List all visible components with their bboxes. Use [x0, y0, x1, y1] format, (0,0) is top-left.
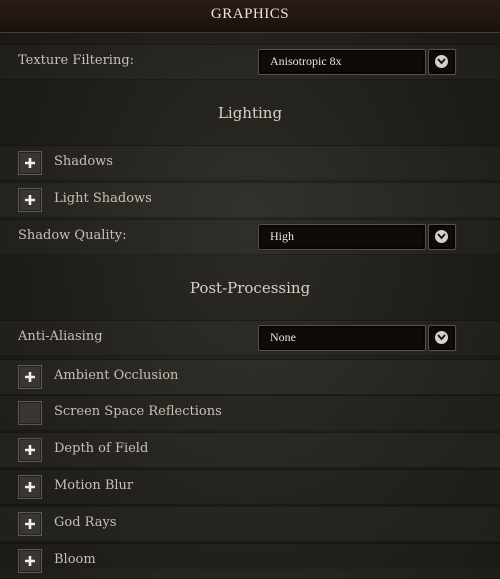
anti-aliasing-label: Anti-Aliasing: [18, 329, 103, 344]
texture-filtering-dropdown-button[interactable]: [428, 49, 456, 75]
ambient-occlusion-row[interactable]: Ambient Occlusion: [0, 359, 500, 395]
chevron-down-icon: [435, 55, 448, 68]
cross-icon: [25, 158, 35, 168]
header-bar: GRAPHICS: [0, 0, 500, 33]
depth-of-field-row[interactable]: Depth of Field: [0, 432, 500, 468]
anti-aliasing-dropdown-button[interactable]: [428, 325, 456, 351]
ssr-row[interactable]: Screen Space Reflections: [0, 395, 500, 431]
anti-aliasing-value: None: [270, 330, 296, 344]
god-rays-row[interactable]: God Rays: [0, 506, 500, 542]
shadows-row[interactable]: Shadows: [0, 145, 500, 181]
motion-blur-checkbox[interactable]: [18, 475, 42, 499]
cross-icon: [25, 482, 35, 492]
texture-filtering-value: Anisotropic 8x: [270, 54, 342, 68]
cross-icon: [25, 556, 35, 566]
god-rays-checkbox[interactable]: [18, 512, 42, 536]
shadow-quality-dropdown[interactable]: High: [258, 224, 426, 250]
cross-icon: [25, 519, 35, 529]
motion-blur-label: Motion Blur: [54, 478, 134, 493]
bloom-label: Bloom: [54, 552, 96, 567]
lighting-heading: Lighting: [217, 104, 283, 122]
ssr-checkbox[interactable]: [18, 401, 42, 425]
god-rays-label: God Rays: [54, 515, 117, 530]
cross-icon: [25, 445, 35, 455]
cross-icon: [25, 372, 35, 382]
motion-blur-row[interactable]: Motion Blur: [0, 469, 500, 505]
anti-aliasing-dropdown[interactable]: None: [258, 325, 426, 351]
shadow-quality-label: Shadow Quality:: [18, 228, 127, 243]
shadows-checkbox[interactable]: [18, 151, 42, 175]
light-shadows-label: Light Shadows: [54, 191, 152, 206]
shadows-label: Shadows: [54, 154, 113, 169]
cross-icon: [25, 195, 35, 205]
ssr-label: Screen Space Reflections: [54, 404, 222, 419]
texture-filtering-label: Texture Filtering:: [18, 53, 135, 68]
bloom-row[interactable]: Bloom: [0, 543, 500, 579]
light-shadows-checkbox[interactable]: [18, 188, 42, 212]
light-shadows-row[interactable]: Light Shadows: [0, 182, 500, 218]
ambient-occlusion-label: Ambient Occlusion: [54, 368, 179, 383]
depth-of-field-label: Depth of Field: [54, 441, 149, 456]
shadow-quality-value: High: [270, 229, 294, 243]
depth-of-field-checkbox[interactable]: [18, 438, 42, 462]
bloom-checkbox[interactable]: [18, 549, 42, 573]
chevron-down-icon: [435, 331, 448, 344]
page-title: GRAPHICS: [210, 6, 290, 22]
texture-filtering-dropdown[interactable]: Anisotropic 8x: [258, 49, 426, 75]
shadow-quality-dropdown-button[interactable]: [428, 224, 456, 250]
ambient-occlusion-checkbox[interactable]: [18, 365, 42, 389]
chevron-down-icon: [435, 230, 448, 243]
post-processing-heading: Post-Processing: [189, 279, 311, 297]
